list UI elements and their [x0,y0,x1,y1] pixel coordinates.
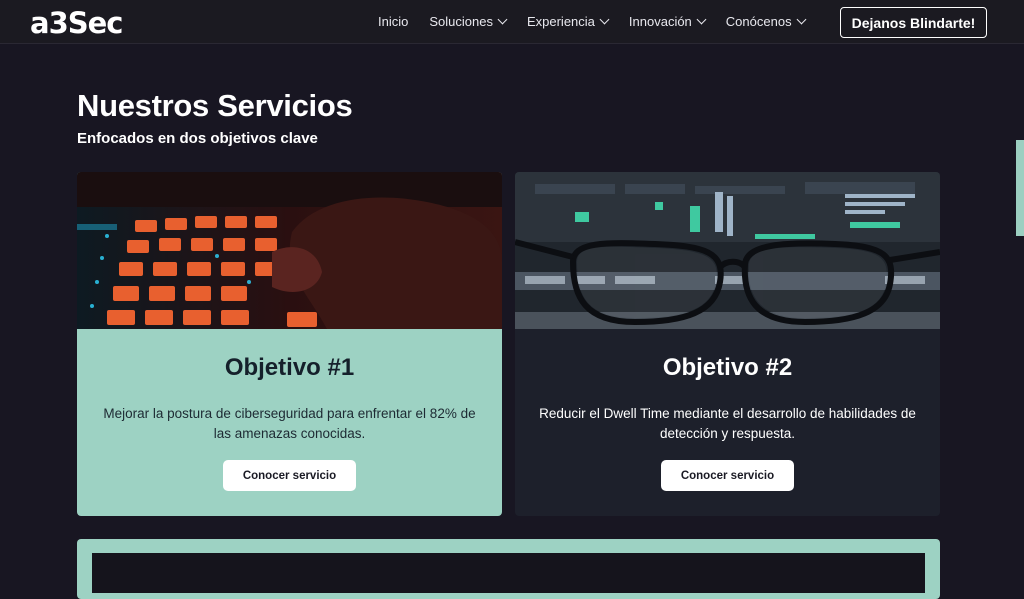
service-card-1: Objetivo #1 Mejorar la postura de cibers… [77,172,502,516]
card-description: Reducir el Dwell Time mediante el desarr… [539,406,916,441]
conocer-servicio-button[interactable]: Conocer servicio [661,460,794,491]
menu-item-conocenos[interactable]: Conócenos [725,14,807,29]
top-navbar: a3Sec Inicio Soluciones Experiencia Inno… [0,0,1024,44]
next-section-content [92,553,925,593]
glasses-screens-image [515,172,940,329]
dejanos-blindarte-button[interactable]: Dejanos Blindarte! [840,7,987,38]
menu-item-label: Innovación [628,14,692,29]
menu-item-label: Inicio [378,14,409,29]
menu-item-experiencia[interactable]: Experiencia [526,14,610,29]
chevron-down-icon [796,14,807,25]
card-description: Mejorar la postura de ciberseguridad par… [103,406,476,441]
menu-item-inicio[interactable]: Inicio [378,14,408,29]
chevron-down-icon [696,14,707,25]
card-title: Objetivo #2 [662,354,793,381]
chevron-down-icon [497,14,508,25]
menu-item-soluciones[interactable]: Soluciones [429,14,508,29]
menu-item-label: Conócenos [725,14,792,29]
main-menu: Inicio Soluciones Experiencia Innovación… [378,14,826,29]
menu-item-innovacion[interactable]: Innovación [628,14,707,29]
menu-item-label: Experiencia [526,14,595,29]
card-title: Objetivo #1 [224,354,355,381]
menu-item-label: Soluciones [429,14,493,29]
section-title: Nuestros Servicios [77,88,353,123]
chevron-down-icon [599,14,610,25]
section-subtitle: Enfocados en dos objetivos clave [77,130,318,147]
brand-logo[interactable]: a3Sec [30,8,123,38]
keyboard-hacker-image [77,172,502,329]
conocer-servicio-button[interactable]: Conocer servicio [223,460,356,491]
scrollbar-thumb[interactable] [1016,140,1024,236]
service-card-2: Objetivo #2 Reducir el Dwell Time median… [515,172,940,516]
